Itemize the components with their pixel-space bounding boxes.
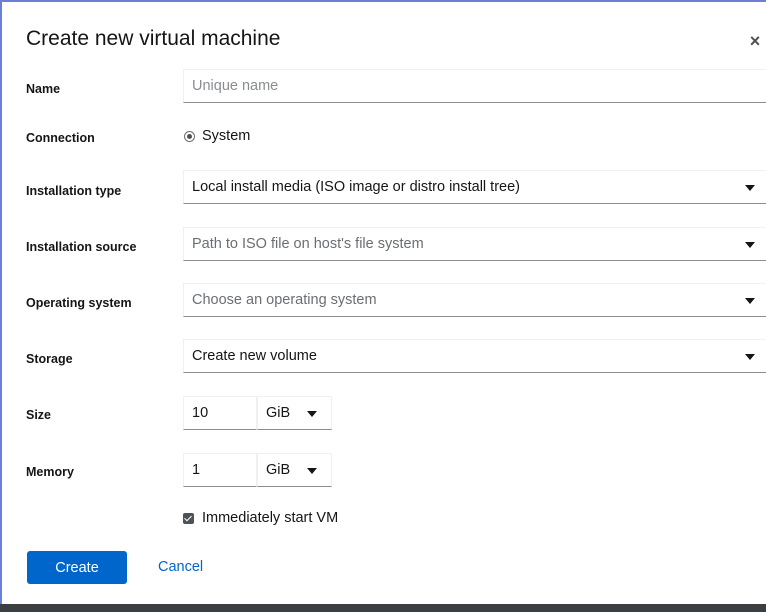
create-vm-dialog: Create new virtual machine × Name Connec… xyxy=(0,0,766,604)
name-input[interactable] xyxy=(184,70,766,102)
size-label: Size xyxy=(26,408,52,422)
memory-unit-value: GiB xyxy=(266,462,291,478)
radio-selected-icon[interactable] xyxy=(184,130,195,142)
size-group: 10 GiB xyxy=(183,396,332,430)
memory-unit-select[interactable]: GiB xyxy=(257,453,332,487)
storage-label: Storage xyxy=(26,352,73,366)
installation-source-select[interactable]: Path to ISO file on host's file system xyxy=(183,227,766,261)
caret-down-icon xyxy=(745,354,755,360)
caret-down-icon xyxy=(307,411,317,417)
start-vm-label: Immediately start VM xyxy=(202,510,339,526)
checkbox-checked-icon[interactable] xyxy=(183,512,194,524)
background-strip xyxy=(0,604,766,612)
cancel-button[interactable]: Cancel xyxy=(158,559,203,575)
operating-system-placeholder: Choose an operating system xyxy=(192,292,377,308)
connection-radio-system[interactable]: System xyxy=(184,126,250,146)
connection-option-label: System xyxy=(202,128,251,144)
connection-label: Connection xyxy=(26,131,95,145)
memory-value: 1 xyxy=(192,462,201,478)
size-unit-value: GiB xyxy=(266,405,291,421)
dialog-title: Create new virtual machine xyxy=(26,27,281,50)
caret-down-icon xyxy=(745,298,755,304)
start-vm-checkbox-row[interactable]: Immediately start VM xyxy=(183,510,338,526)
installation-type-value: Local install media (ISO image or distro… xyxy=(192,179,520,195)
installation-type-label: Installation type xyxy=(26,184,122,198)
name-label: Name xyxy=(26,82,61,96)
size-unit-select[interactable]: GiB xyxy=(257,396,332,430)
installation-source-placeholder: Path to ISO file on host's file system xyxy=(192,236,424,252)
size-value: 10 xyxy=(192,405,209,421)
storage-value: Create new volume xyxy=(192,348,317,364)
create-button[interactable]: Create xyxy=(27,551,127,584)
caret-down-icon xyxy=(745,242,755,248)
memory-input[interactable]: 1 xyxy=(183,453,257,487)
size-input[interactable]: 10 xyxy=(183,396,257,430)
memory-group: 1 GiB xyxy=(183,453,332,487)
installation-source-label: Installation source xyxy=(26,240,137,254)
storage-select[interactable]: Create new volume xyxy=(183,339,766,373)
memory-label: Memory xyxy=(26,465,74,479)
close-icon[interactable]: × xyxy=(746,32,764,50)
caret-down-icon xyxy=(307,468,317,474)
operating-system-label: Operating system xyxy=(26,296,132,310)
name-field[interactable] xyxy=(183,69,766,103)
installation-type-select[interactable]: Local install media (ISO image or distro… xyxy=(183,170,766,204)
caret-down-icon xyxy=(745,185,755,191)
operating-system-select[interactable]: Choose an operating system xyxy=(183,283,766,317)
